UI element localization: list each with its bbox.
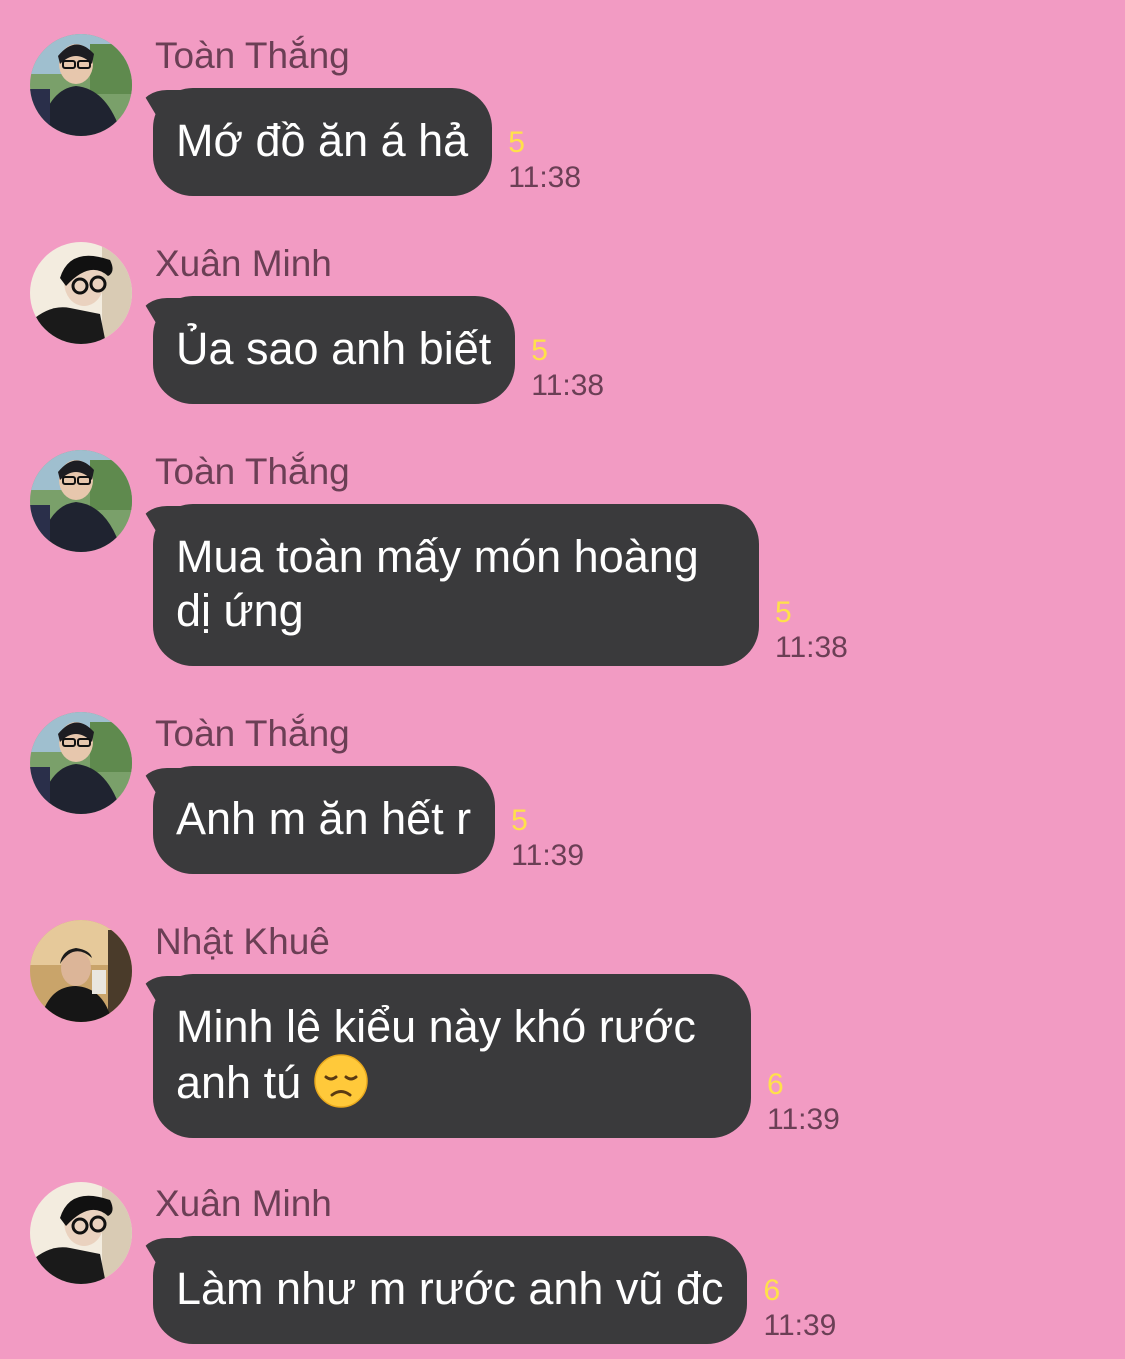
message-time: 11:39 <box>767 1103 840 1136</box>
message-text: Làm như m rước anh vũ đc <box>176 1263 724 1314</box>
chat-message-list: Toàn Thắng Mớ đồ ăn á hả 5 11:38 Xuân Mi… <box>0 0 1125 1359</box>
sender-name: Xuân Minh <box>155 1183 332 1224</box>
message-text: Ủa sao anh biết <box>176 323 492 374</box>
message-text: Mua toàn mấy món hoàng dị ứng <box>176 531 712 636</box>
message-time: 11:38 <box>531 369 605 402</box>
message-time: 11:38 <box>508 161 582 194</box>
message-time: 11:38 <box>775 631 848 664</box>
disappointed-face-emoji <box>313 1054 368 1108</box>
xuan-minh-avatar[interactable] <box>30 242 132 344</box>
message-text: Mớ đồ ăn á hả <box>176 115 469 166</box>
message-time: 11:39 <box>763 1309 837 1342</box>
message-bubble[interactable]: Ủa sao anh biết <box>153 296 516 404</box>
message-bubble[interactable]: Mua toàn mấy món hoàng dị ứng <box>153 504 759 666</box>
sender-name: Toàn Thắng <box>155 35 350 76</box>
sender-name: Toàn Thắng <box>155 713 350 754</box>
message-bubble[interactable]: Anh m ăn hết r <box>153 766 496 874</box>
message-bubble[interactable]: Làm như m rước anh vũ đc <box>153 1236 748 1344</box>
message-bubble[interactable]: Minh lê kiểu này khó rước anh tú <box>153 974 751 1138</box>
xuan-minh-avatar[interactable] <box>30 1182 132 1284</box>
read-count: 5 <box>511 804 528 837</box>
message-text: Minh lê kiểu này khó rước anh tú <box>176 1001 709 1108</box>
read-count: 6 <box>763 1274 781 1307</box>
message-time: 11:39 <box>511 839 585 872</box>
nhat-khue-avatar[interactable] <box>30 920 132 1022</box>
toan-thang-avatar[interactable] <box>30 712 132 814</box>
message-text: Anh m ăn hết r <box>176 793 472 844</box>
toan-thang-avatar[interactable] <box>30 34 132 136</box>
read-count: 6 <box>767 1068 784 1101</box>
sender-name: Nhật Khuê <box>155 921 330 962</box>
sender-name: Toàn Thắng <box>155 451 350 492</box>
toan-thang-avatar[interactable] <box>30 450 132 552</box>
sender-name: Xuân Minh <box>155 243 332 284</box>
read-count: 5 <box>531 334 548 367</box>
message-bubble[interactable]: Mớ đồ ăn á hả <box>153 88 493 196</box>
read-count: 5 <box>775 596 792 629</box>
read-count: 5 <box>508 126 525 159</box>
